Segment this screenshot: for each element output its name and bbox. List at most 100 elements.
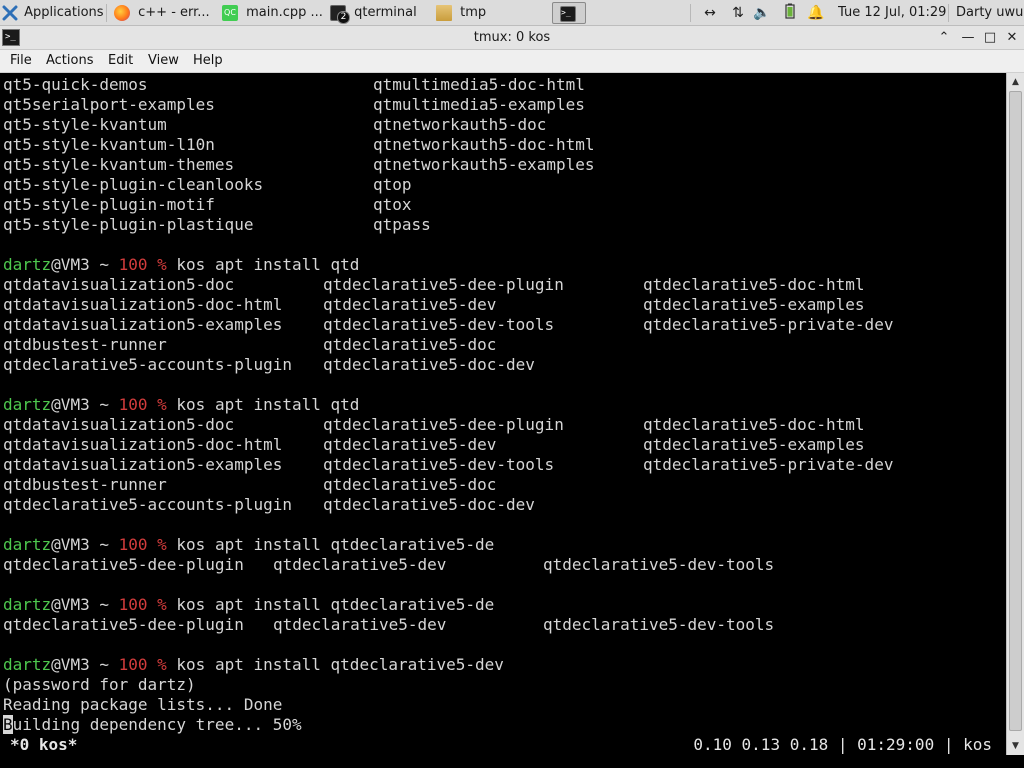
vertical-scrollbar[interactable]: ▲ ▼ — [1006, 73, 1024, 755]
package-name: qt5-style-kvantum-themes — [3, 155, 235, 174]
prompt-status: 100 % — [118, 655, 167, 674]
package-name: qtop — [373, 175, 412, 194]
package-name: qtdeclarative5-dev — [273, 555, 447, 574]
tmux-window-tab[interactable]: *0 kos* — [10, 735, 77, 755]
package-name: qtdatavisualization5-doc-html — [3, 435, 283, 454]
notification-bell-icon[interactable]: 🔔 — [806, 3, 826, 23]
package-name: qtdeclarative5-dee-plugin — [3, 615, 244, 634]
panel-separator — [106, 4, 107, 22]
applications-menu-button[interactable]: Applications — [2, 2, 110, 24]
package-name: qtpass — [373, 215, 431, 234]
output-line: (password for dartz) — [3, 675, 196, 694]
maximize-button[interactable]: □ — [980, 28, 1000, 48]
command-text: kos apt install qtdeclarative5-dev — [166, 655, 504, 674]
menu-actions[interactable]: Actions — [46, 50, 94, 72]
prompt-status: 100 % — [118, 535, 167, 554]
task-tmp-label: tmp — [460, 5, 487, 20]
minimize-button[interactable]: — — [958, 28, 978, 48]
package-name: qtdeclarative5-examples — [643, 295, 865, 314]
scrollbar-thumb[interactable] — [1009, 91, 1022, 731]
terminal-icon: >_ — [560, 6, 576, 22]
package-name: qtdatavisualization5-doc — [3, 275, 235, 294]
scroll-up-arrow-icon[interactable]: ▲ — [1007, 73, 1024, 91]
progress-text: uilding dependency tree... 50% — [12, 715, 302, 734]
package-name: qtdeclarative5-dev — [323, 295, 497, 314]
package-name: qtdeclarative5-dee-plugin — [323, 415, 564, 434]
task-firefox[interactable]: c++ - err... — [114, 2, 220, 24]
terminal-icon: 2 — [330, 5, 350, 24]
close-button[interactable]: ✕ — [1002, 28, 1022, 48]
package-name: qtdeclarative5-dev-tools — [323, 315, 555, 334]
network-updown-icon[interactable]: ⇅ — [728, 3, 748, 23]
clock[interactable]: Tue 12 Jul, 01:29 — [838, 2, 950, 24]
scroll-down-arrow-icon[interactable]: ▼ — [1007, 737, 1024, 755]
menu-view[interactable]: View — [148, 50, 179, 72]
menu-help[interactable]: Help — [193, 50, 223, 72]
panel-separator — [948, 4, 949, 22]
prompt-status: 100 % — [118, 255, 167, 274]
package-name: qtdeclarative5-dee-plugin — [323, 275, 564, 294]
command-text: kos apt install qtdeclarative5-de — [166, 535, 495, 554]
prompt-user: dartz — [3, 595, 52, 614]
prompt-host: @VM3 ~ — [51, 655, 119, 674]
package-name: qtdeclarative5-private-dev — [643, 315, 894, 334]
menu-file[interactable]: File — [10, 50, 32, 72]
volume-icon[interactable]: 🔈 — [752, 3, 772, 23]
package-name: qtdeclarative5-dev-tools — [543, 555, 775, 574]
package-name: qtnetworkauth5-examples — [373, 155, 595, 174]
package-name: qtdeclarative5-dev — [323, 435, 497, 454]
network-arrows-icon[interactable]: ↔ — [700, 3, 720, 23]
package-name: qtdeclarative5-doc-html — [643, 415, 865, 434]
prompt-user: dartz — [3, 535, 52, 554]
window-titlebar[interactable]: >_ tmux: 0 kos ⌃ — □ ✕ — [0, 26, 1024, 50]
package-name: qtdeclarative5-private-dev — [643, 455, 894, 474]
menu-edit[interactable]: Edit — [108, 50, 133, 72]
package-name: qt5-style-plugin-cleanlooks — [3, 175, 264, 194]
package-name: qtdatavisualization5-doc-html — [3, 295, 283, 314]
package-name: qtdatavisualization5-doc — [3, 415, 235, 434]
output-line: Reading package lists... Done — [3, 695, 283, 714]
package-name: qtdbustest-runner — [3, 475, 167, 494]
package-name: qtdeclarative5-dev-tools — [323, 455, 555, 474]
command-text: kos apt install qtdeclarative5-de — [166, 595, 495, 614]
package-name: qt5-style-kvantum-l10n — [3, 135, 215, 154]
task-firefox-label: c++ - err... — [138, 5, 210, 20]
window-terminal-icon[interactable]: >_ — [2, 29, 20, 46]
prompt-host: @VM3 ~ — [51, 595, 119, 614]
qtcreator-icon: QC — [222, 5, 238, 21]
prompt-host: @VM3 ~ — [51, 395, 119, 414]
task-tmp-folder[interactable]: tmp — [436, 2, 546, 24]
tmux-status-bar: *0 kos* 0.10 0.13 0.18 | 01:29:00 | kos — [0, 735, 1006, 755]
package-name: qtdeclarative5-doc-dev — [323, 495, 535, 514]
firefox-icon — [114, 5, 130, 21]
package-name: qtdeclarative5-accounts-plugin — [3, 355, 292, 374]
package-name: qtdeclarative5-accounts-plugin — [3, 495, 292, 514]
prompt-line: dartz@VM3 ~ 100 % kos apt install qtdecl… — [3, 535, 494, 555]
task-qterminal[interactable]: 2 qterminal — [330, 2, 432, 24]
prompt-line: dartz@VM3 ~ 100 % kos apt install qtdecl… — [3, 655, 504, 675]
panel-separator — [690, 4, 691, 22]
package-name: qtmultimedia5-doc-html — [373, 75, 585, 94]
package-name: qt5serialport-examples — [3, 95, 215, 114]
package-name: qtox — [373, 195, 412, 214]
prompt-user: dartz — [3, 655, 52, 674]
package-name: qtdeclarative5-doc-dev — [323, 355, 535, 374]
command-text: kos apt install qtd — [166, 395, 360, 414]
prompt-line: dartz@VM3 ~ 100 % kos apt install qtdecl… — [3, 595, 494, 615]
task-qterminal-label: qterminal — [354, 5, 417, 20]
text-cursor: B — [3, 715, 13, 734]
package-name: qt5-style-plugin-motif — [3, 195, 215, 214]
user-menu[interactable]: Darty uwu — [956, 2, 1024, 24]
task-qtcreator-label: main.cpp ... — [246, 5, 323, 20]
xfce-logo-icon — [2, 5, 18, 21]
task-terminal-active[interactable]: >_ — [552, 2, 586, 24]
menubar: File Actions Edit View Help — [0, 50, 1024, 73]
prompt-line: dartz@VM3 ~ 100 % kos apt install qtd — [3, 255, 359, 275]
terminal-view[interactable]: qt5-quick-demos qtmultimedia5-doc-html qt… — [0, 75, 1006, 755]
shade-window-button[interactable]: ⌃ — [934, 28, 954, 48]
battery-icon[interactable] — [780, 3, 800, 23]
task-qtcreator[interactable]: QC main.cpp ... — [222, 2, 328, 24]
prompt-status: 100 % — [118, 395, 167, 414]
prompt-user: dartz — [3, 255, 52, 274]
package-name: qtdeclarative5-doc-html — [643, 275, 865, 294]
